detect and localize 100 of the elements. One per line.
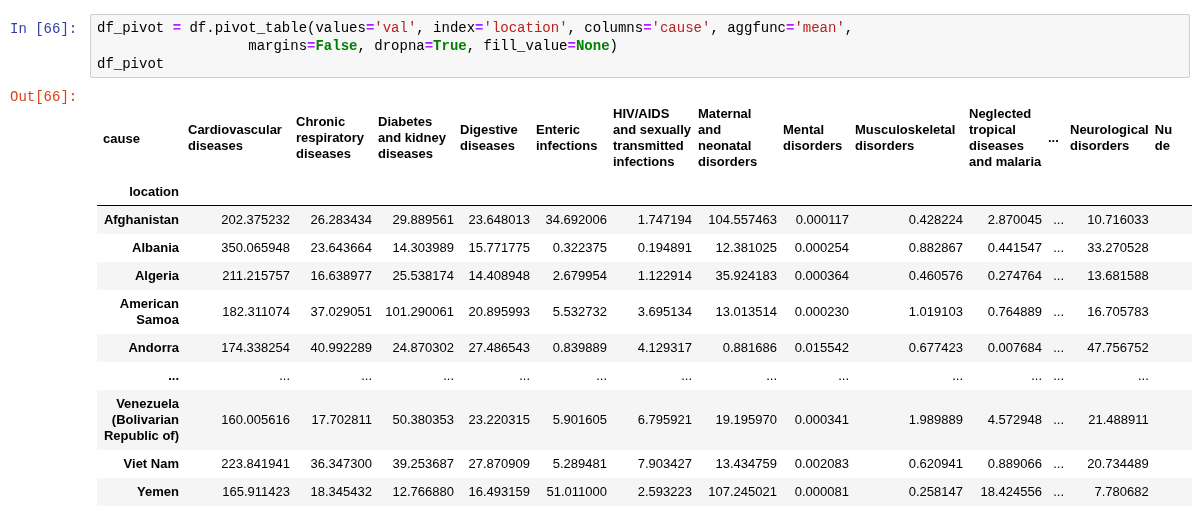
code-editor[interactable]: df_pivot = df.pivot_table(values='val', index='location', columns='cause', aggfunc='mean', margins=False, dropna=True, fill_value=None) df_pivot (90, 14, 1190, 78)
row-header-cell: Venezuela (Bolivarian Republic of) (97, 390, 185, 450)
table-cell: 182.311074 (185, 290, 293, 334)
table-cell: 27.486543 (457, 334, 533, 362)
table-cell: ... (966, 362, 1045, 390)
table-cell: 13.434759 (695, 450, 780, 478)
table-cell: 1.747194 (610, 205, 695, 234)
table-cell: 160.005616 (185, 390, 293, 450)
table-cell: 7.903427 (610, 450, 695, 478)
table-cell: 0.000341 (780, 390, 852, 450)
table-cell: 12.766880 (375, 478, 457, 506)
output-prompt: Out[66]: (10, 88, 79, 106)
table-cell: 0.274764 (966, 262, 1045, 290)
table-cell: 0.000254 (780, 234, 852, 262)
table-cell: 223.841941 (185, 450, 293, 478)
table-cell: 34.692006 (533, 205, 610, 234)
table-cell: ... (1045, 262, 1067, 290)
table-cell: 0.258147 (852, 478, 966, 506)
table-cell: 5.901605 (533, 390, 610, 450)
table-cell: 4.572948 (966, 390, 1045, 450)
table-cell: 18.345432 (293, 478, 375, 506)
column-header: Musculoskeletal disorders (854, 121, 957, 155)
table-cell: 17.702811 (293, 390, 375, 450)
table-cell: 202.375232 (185, 205, 293, 234)
code-line: margins=False, dropna=True, fill_value=None) (247, 37, 619, 55)
table-cell: 27.870909 (457, 450, 533, 478)
table-cell: 23.643664 (293, 234, 375, 262)
table-cell: 0.322375 (533, 234, 610, 262)
table-cell: ... (375, 362, 457, 390)
row-header-cell: ... (97, 362, 185, 390)
table-cell: 16.493159 (457, 478, 533, 506)
table-cell: 5.532732 (533, 290, 610, 334)
table-cell: 107.245021 (695, 478, 780, 506)
table-cell: 2.593223 (610, 478, 695, 506)
table-cell: 165.911423 (185, 478, 293, 506)
table-cell: 23.648013 (457, 205, 533, 234)
table-cell: 14.303989 (375, 234, 457, 262)
row-header-cell: Viet Nam (97, 450, 185, 478)
table-cell: 36.347300 (293, 450, 375, 478)
table-cell: 0.000117 (780, 205, 852, 234)
table-cell: ... (1045, 205, 1067, 234)
table-cell: 23.220315 (457, 390, 533, 450)
column-header: Enteric infections (535, 121, 599, 155)
table-cell: ... (610, 362, 695, 390)
column-header: Neglected tropical diseases and malaria (968, 106, 1043, 170)
table-cell: 16.705783 (1067, 290, 1152, 334)
table-cell: 211.215757 (185, 262, 293, 290)
table-cell: 3.695134 (610, 290, 695, 334)
table-cell: 13.681588 (1067, 262, 1152, 290)
table-cell: 0.002083 (780, 450, 852, 478)
table-cell: 15.771775 (457, 234, 533, 262)
table-cell: 1.122914 (610, 262, 695, 290)
table-cell: 0.441547 (966, 234, 1045, 262)
table-cell: 1.019103 (852, 290, 966, 334)
table-cell: ... (185, 362, 293, 390)
column-header: Mental disorders (782, 121, 844, 155)
table-cell: 51.011000 (533, 478, 610, 506)
table-cell: 0.428224 (852, 205, 966, 234)
row-header-cell: Yemen (97, 478, 185, 506)
table-cell: 20.734489 (1067, 450, 1152, 478)
column-header: Neurological disorders (1069, 121, 1150, 155)
table-cell: 12.381025 (695, 234, 780, 262)
table-cell: 101.290061 (375, 290, 457, 334)
table-cell: 5.289481 (533, 450, 610, 478)
table-cell: 24.870302 (375, 334, 457, 362)
table-cell: 50.380353 (375, 390, 457, 450)
column-header: HIV/AIDS and sexually transmitted infections (612, 106, 693, 170)
table-cell: 174.338254 (185, 334, 293, 362)
table-cell: 16.638977 (293, 262, 375, 290)
row-header-cell: American Samoa (97, 290, 185, 334)
table-cell: ... (1045, 362, 1067, 390)
column-header: ... (1047, 129, 1060, 147)
table-cell: 1.989889 (852, 390, 966, 450)
table-cell: 0.000364 (780, 262, 852, 290)
table-cell: 18.424556 (966, 478, 1045, 506)
table-cell: ... (457, 362, 533, 390)
column-header: Maternal and neonatal disorders (697, 106, 759, 170)
row-header-cell: Algeria (97, 262, 185, 290)
table-cell: 0.882867 (852, 234, 966, 262)
table-cell: 25.538174 (375, 262, 457, 290)
table-cell: 35.924183 (695, 262, 780, 290)
table-cell: 14.408948 (457, 262, 533, 290)
column-index-name: cause (102, 130, 141, 148)
code-line: df_pivot (97, 55, 166, 73)
table-cell: ... (1045, 334, 1067, 362)
column-header: Chronic respiratory diseases (295, 113, 365, 163)
table-cell: ... (1045, 234, 1067, 262)
table-cell: 350.065948 (185, 234, 293, 262)
table-cell: 19.195970 (695, 390, 780, 450)
table-cell: 0.015542 (780, 334, 852, 362)
table-cell: ... (533, 362, 610, 390)
row-header-cell: Andorra (97, 334, 185, 362)
code-line: df_pivot = df.pivot_table(values='val', index='location', columns='cause', aggfunc='mean', (97, 19, 855, 37)
table-cell: 0.000230 (780, 290, 852, 334)
row-index-name: location (97, 170, 185, 206)
column-header: Nu de (1153, 121, 1174, 155)
table-cell: 2.870045 (966, 205, 1045, 234)
column-header: Cardiovascular diseases (187, 121, 283, 155)
table-cell: 6.795921 (610, 390, 695, 450)
table-cell: 0.839889 (533, 334, 610, 362)
